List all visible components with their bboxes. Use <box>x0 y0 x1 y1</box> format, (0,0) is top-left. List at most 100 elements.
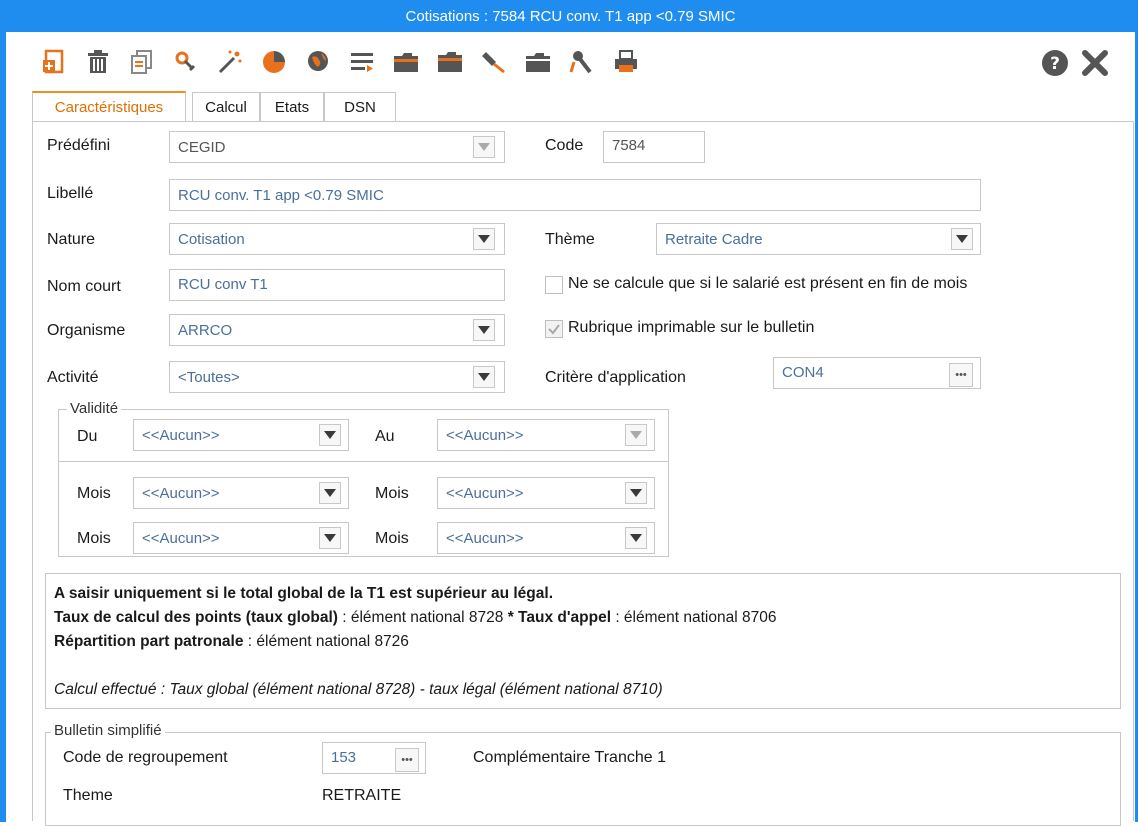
tab-etats[interactable]: Etats <box>260 92 324 122</box>
organisme-select[interactable]: ARRCO <box>169 314 505 346</box>
checkmark-icon <box>548 324 560 335</box>
chevron-down-icon <box>478 143 490 151</box>
mois-label-1: Mois <box>77 485 111 502</box>
tab-dsn[interactable]: DSN <box>324 92 396 122</box>
folder-icon[interactable] <box>392 48 420 76</box>
chevron-down-icon <box>478 373 490 381</box>
mois-dropdown-button-1[interactable] <box>319 482 341 504</box>
imprimable-checkbox[interactable] <box>545 320 563 338</box>
activite-select[interactable]: <Toutes> <box>169 361 505 393</box>
libelle-label: Libellé <box>47 185 94 202</box>
regroupement-browse-button[interactable]: ••• <box>395 748 419 772</box>
au-value: <<Aucun>> <box>446 426 524 444</box>
new-icon[interactable] <box>40 48 68 76</box>
bulletin-group <box>45 732 1121 826</box>
chevron-down-icon <box>478 326 490 334</box>
critere-value: CON4 <box>782 364 824 381</box>
chevron-down-icon <box>630 534 642 542</box>
globe-icon[interactable] <box>304 48 332 76</box>
organisme-label: Organisme <box>47 322 126 339</box>
bulletin-theme-value: RETRAITE <box>322 787 402 804</box>
critere-browse-button[interactable]: ••• <box>949 363 973 387</box>
du-value: <<Aucun>> <box>142 426 220 444</box>
delete-icon[interactable] <box>84 48 112 76</box>
help-icon[interactable]: ? <box>1040 48 1070 78</box>
validite-title: Validité <box>67 400 122 417</box>
validite-separator <box>59 461 668 462</box>
nature-dropdown-button[interactable] <box>473 228 495 250</box>
libelle-value: RCU conv. T1 app <0.79 SMIC <box>178 186 384 204</box>
wizard-icon[interactable] <box>216 48 244 76</box>
mois-dropdown-button-2[interactable] <box>625 482 647 504</box>
tab-calcul[interactable]: Calcul <box>192 92 260 122</box>
du-dropdown-button[interactable] <box>319 424 341 446</box>
imprimable-label: Rubrique imprimable sur le bulletin <box>568 319 815 336</box>
chevron-down-icon <box>324 534 336 542</box>
pin-icon[interactable] <box>480 48 508 76</box>
activite-value: <Toutes> <box>178 368 240 386</box>
folder-open-icon[interactable] <box>436 48 464 76</box>
printer-icon[interactable] <box>612 48 640 76</box>
code-field[interactable]: 7584 <box>603 131 705 163</box>
du-select[interactable]: <<Aucun>> <box>133 419 349 451</box>
au-dropdown-button[interactable] <box>625 424 647 446</box>
mois-dropdown-button-4[interactable] <box>625 527 647 549</box>
wrench-icon[interactable] <box>568 48 596 76</box>
calcule-fin-mois-label: Ne se calcule que si le salarié est prés… <box>568 275 968 292</box>
nature-select[interactable]: Cotisation <box>169 223 505 255</box>
regroupement-description: Complémentaire Tranche 1 <box>473 749 666 766</box>
predefini-select[interactable]: CEGID <box>169 131 505 163</box>
title-bar: Cotisations : 7584 RCU conv. T1 app <0.7… <box>6 0 1135 32</box>
tab-caracteristiques[interactable]: Caractéristiques <box>32 91 186 122</box>
chevron-down-icon <box>324 431 336 439</box>
link-icon[interactable] <box>172 48 200 76</box>
mois-label-4: Mois <box>375 530 409 547</box>
predefini-dropdown-button[interactable] <box>473 136 495 158</box>
du-label: Du <box>77 428 98 445</box>
activite-dropdown-button[interactable] <box>473 366 495 388</box>
note-line-2: Taux de calcul des points (taux global) … <box>54 609 777 626</box>
mois-value-4: <<Aucun>> <box>446 529 524 547</box>
theme-select[interactable]: Retraite Cadre <box>656 223 981 255</box>
theme-value: Retraite Cadre <box>665 230 763 248</box>
mois-select-1[interactable]: <<Aucun>> <box>133 477 349 509</box>
nature-label: Nature <box>47 231 96 248</box>
note-line-1: A saisir uniquement si le total global d… <box>54 585 554 602</box>
window-title: Cotisations : 7584 RCU conv. T1 app <0.7… <box>405 7 736 25</box>
critere-label: Critère d'application <box>545 369 686 386</box>
activite-label: Activité <box>47 369 99 386</box>
mois-select-4[interactable]: <<Aucun>> <box>437 522 655 554</box>
theme-label: Thème <box>545 231 595 248</box>
duplicate-icon[interactable] <box>128 48 156 76</box>
code-label: Code <box>545 137 584 154</box>
organisme-dropdown-button[interactable] <box>473 319 495 341</box>
chevron-down-icon <box>630 431 642 439</box>
regroupement-value: 153 <box>331 749 357 766</box>
mois-dropdown-button-3[interactable] <box>319 527 341 549</box>
chevron-down-icon <box>956 235 968 243</box>
toolbar: ? <box>32 44 1132 84</box>
nature-value: Cotisation <box>178 230 245 248</box>
nomcourt-label: Nom court <box>47 278 121 295</box>
help-glyph: ? <box>1050 54 1060 74</box>
code-value: 7584 <box>612 137 646 154</box>
bulletin-title: Bulletin simplifié <box>51 722 165 739</box>
mois-select-2[interactable]: <<Aucun>> <box>437 477 655 509</box>
chevron-down-icon <box>324 489 336 497</box>
mois-select-3[interactable]: <<Aucun>> <box>133 522 349 554</box>
libelle-input[interactable]: RCU conv. T1 app <0.79 SMIC <box>169 179 981 211</box>
nomcourt-input[interactable]: RCU conv T1 <box>169 269 505 301</box>
description-note: A saisir uniquement si le total global d… <box>45 573 1121 709</box>
folder-closed-icon[interactable] <box>524 48 552 76</box>
theme-dropdown-button[interactable] <box>951 228 973 250</box>
list-icon[interactable] <box>348 48 376 76</box>
calcule-fin-mois-checkbox[interactable] <box>545 276 563 294</box>
chevron-down-icon <box>478 235 490 243</box>
predefini-label: Prédéfini <box>47 137 111 154</box>
au-select[interactable]: <<Aucun>> <box>437 419 655 451</box>
close-icon[interactable] <box>1080 48 1110 78</box>
mois-label-3: Mois <box>77 530 111 547</box>
mois-label-2: Mois <box>375 485 409 502</box>
au-label: Au <box>375 428 395 445</box>
chart-icon[interactable] <box>260 48 288 76</box>
